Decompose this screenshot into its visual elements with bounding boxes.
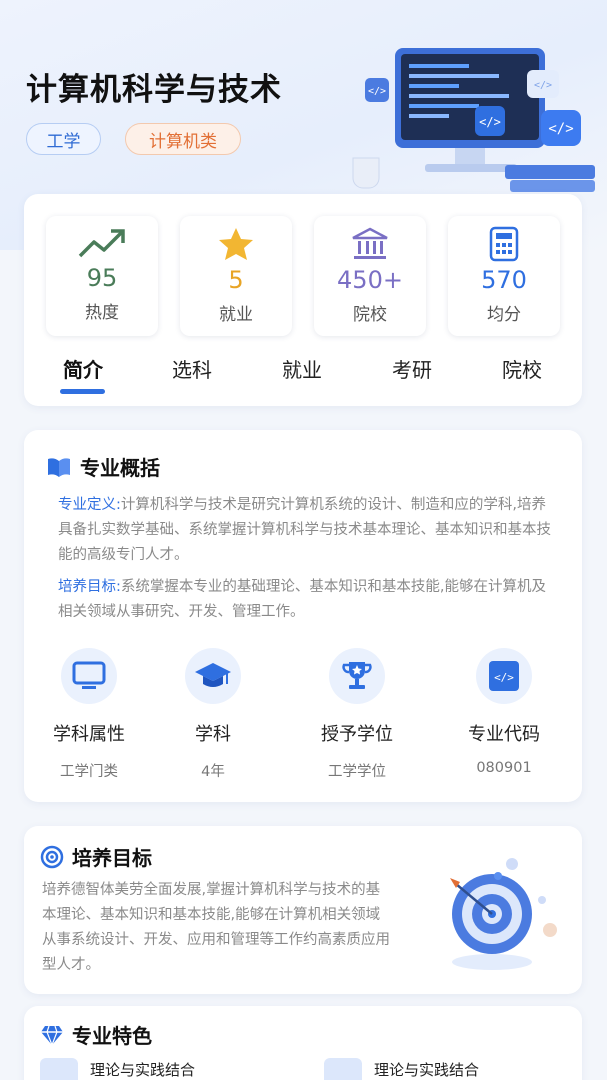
trophy-icon: [329, 648, 385, 704]
feature-item[interactable]: 理论与实践结合: [40, 1058, 195, 1080]
property-name: 授予学位: [321, 724, 393, 745]
stat-value: 450+: [337, 266, 403, 294]
definition-label: 专业定义:: [58, 497, 121, 513]
active-tab-indicator: [60, 389, 105, 394]
property-name: 学科属性: [53, 724, 125, 745]
svg-text:</>: </>: [494, 671, 514, 684]
star-icon: [219, 228, 253, 260]
property-value: 工学门类: [60, 764, 118, 780]
property-value: 工学学位: [328, 764, 386, 780]
property-code[interactable]: </> 专业代码 080901: [449, 648, 559, 776]
layers-icon: [40, 1058, 78, 1080]
page-title: 计算机科学与技术: [26, 72, 282, 108]
svg-text:</>: </>: [368, 86, 386, 97]
tab-subject-selection[interactable]: 选科: [152, 354, 232, 383]
computer-illustration: </> </> </> </>: [352, 48, 595, 192]
overview-card: 专业概括 专业定义:计算机科学与技术是研究计算机系统的设计、制造和应的学科,培养…: [24, 430, 582, 802]
feature-label: 理论与实践结合: [90, 1060, 196, 1079]
tab-bar: 简介 选科 就业 考研 院校: [24, 354, 582, 394]
property-name: 专业代码: [468, 724, 540, 745]
features-title: 专业特色: [72, 1024, 152, 1048]
bank-icon: [352, 227, 388, 259]
open-book-icon: [48, 457, 70, 477]
box-icon: [324, 1058, 362, 1080]
property-subject[interactable]: 学科 4年: [158, 648, 268, 781]
overview-title: 专业概括: [80, 456, 160, 480]
feature-label: 理论与实践结合: [374, 1060, 480, 1079]
tab-employment[interactable]: 就业: [262, 354, 342, 383]
graduation-cap-icon: [185, 648, 241, 704]
features-header: 专业特色: [40, 1020, 152, 1049]
property-value: 080901: [476, 760, 532, 776]
stat-employment[interactable]: 5 就业: [180, 216, 292, 336]
stat-average-score[interactable]: 570 均分: [448, 216, 560, 336]
stat-popularity[interactable]: 95 热度: [46, 216, 158, 336]
stat-label: 就业: [219, 305, 253, 325]
stat-label: 热度: [85, 303, 119, 323]
goal-paragraph: 培养目标:系统掌握本专业的基础理论、基本知识和基本技能,能够在计算机及相关领域从…: [58, 575, 558, 625]
training-goal-text: 培养德智体美劳全面发展,掌握计算机科学与技术的基本理论、基本知识和基本技能,能够…: [42, 882, 390, 973]
feature-item[interactable]: 理论与实践结合: [324, 1058, 479, 1080]
stat-label: 均分: [487, 305, 521, 325]
goal-text: 系统掌握本专业的基础理论、基本知识和基本技能,能够在计算机及相关领域从事研究、开…: [58, 579, 546, 620]
stats-card: 95 热度 5 就业 450+ 院校 570 均分 简介 选科 就业 考研 院校: [24, 194, 582, 406]
property-value: 4年: [201, 764, 225, 780]
tag-discipline[interactable]: 工学: [26, 123, 101, 155]
svg-text:</>: </>: [548, 121, 573, 137]
code-icon: </>: [476, 648, 532, 704]
trending-up-icon: [78, 229, 125, 258]
dartboard-illustration: [450, 858, 557, 970]
tab-postgraduate[interactable]: 考研: [372, 354, 452, 383]
definition-text: 计算机科学与技术是研究计算机系统的设计、制造和应的学科,培养具备扎实数学基础、系…: [58, 497, 551, 563]
target-icon: [40, 845, 64, 868]
overview-header: 专业概括: [46, 452, 160, 481]
diamond-icon: [41, 1025, 63, 1046]
monitor-icon: [61, 648, 117, 704]
stat-schools[interactable]: 450+ 院校: [314, 216, 426, 336]
property-name: 学科: [195, 724, 231, 745]
stat-label: 院校: [353, 305, 387, 325]
tab-schools[interactable]: 院校: [482, 354, 562, 383]
goal-label: 培养目标:: [58, 579, 121, 595]
calculator-icon: [489, 226, 519, 262]
stat-value: 95: [86, 264, 118, 292]
definition-paragraph: 专业定义:计算机科学与技术是研究计算机系统的设计、制造和应的学科,培养具备扎实数…: [58, 493, 558, 568]
stat-value: 5: [228, 266, 244, 294]
tab-intro[interactable]: 简介: [43, 354, 123, 383]
svg-text:</>: </>: [479, 115, 501, 129]
training-goal-title: 培养目标: [72, 846, 152, 870]
features-card: 专业特色 理论与实践结合 理论与实践结合: [24, 1006, 582, 1080]
stat-value: 570: [481, 266, 527, 294]
property-discipline[interactable]: 学科属性 工学门类: [34, 648, 144, 781]
tag-category[interactable]: 计算机类: [125, 123, 241, 155]
property-degree[interactable]: 授予学位 工学学位: [302, 648, 412, 781]
training-goal-header: 培养目标: [40, 842, 152, 871]
training-goal-card: 培养目标 培养德智体美劳全面发展,掌握计算机科学与技术的基本理论、基本知识和基本…: [24, 826, 582, 994]
svg-text:</>: </>: [534, 80, 552, 91]
